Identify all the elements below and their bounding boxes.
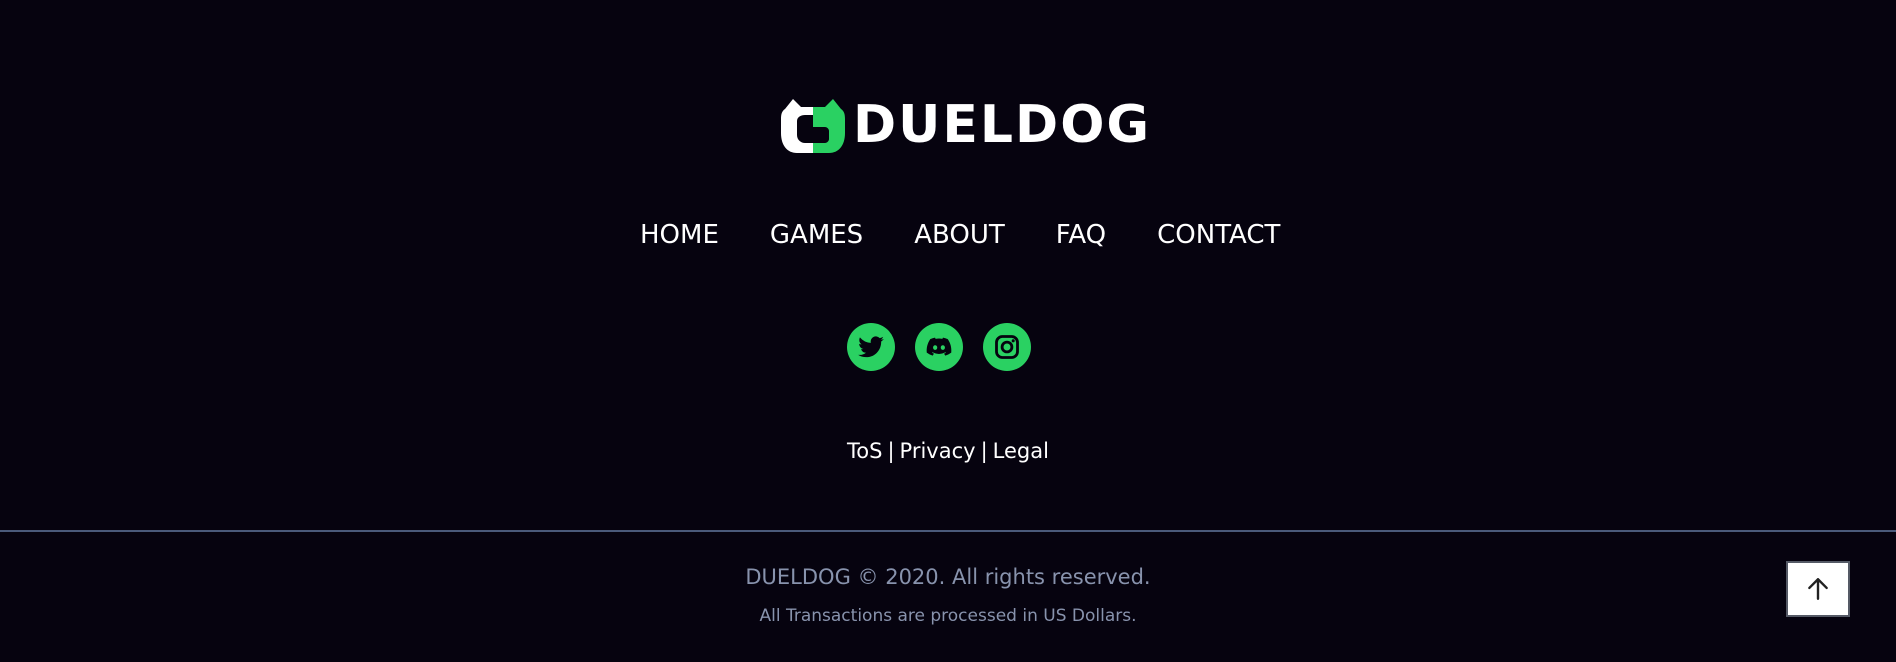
twitter-link[interactable]: [847, 323, 895, 371]
privacy-link[interactable]: Privacy: [900, 439, 976, 463]
nav-link-about[interactable]: ABOUT: [914, 215, 1005, 255]
nav-link-home[interactable]: HOME: [640, 215, 719, 255]
legal-separator: |: [980, 439, 988, 463]
brand-name: DUELDOG: [853, 95, 1152, 155]
instagram-link[interactable]: [983, 323, 1031, 371]
dueldog-logo-icon: [781, 99, 845, 153]
twitter-icon: [858, 336, 884, 358]
discord-link[interactable]: [915, 323, 963, 371]
social-links: [847, 323, 1031, 371]
tos-link[interactable]: ToS: [847, 439, 882, 463]
instagram-icon: [995, 335, 1019, 359]
nav-link-games[interactable]: GAMES: [770, 215, 863, 255]
nav-link-faq[interactable]: FAQ: [1056, 215, 1106, 255]
discord-icon: [926, 337, 952, 356]
arrow-up-icon: [1808, 578, 1828, 600]
brand-logo[interactable]: DUELDOG: [779, 95, 1151, 155]
legal-separator: |: [887, 439, 895, 463]
footer-divider: [0, 530, 1896, 532]
site-footer: DUELDOG HOME GAMES ABOUT FAQ CONTACT ToS…: [0, 0, 1896, 662]
transactions-notice: All Transactions are processed in US Dol…: [759, 606, 1137, 626]
copyright-text: DUELDOG © 2020. All rights reserved.: [745, 565, 1151, 589]
back-to-top-button[interactable]: [1786, 561, 1850, 617]
nav-link-contact[interactable]: CONTACT: [1157, 215, 1280, 255]
legal-link[interactable]: Legal: [993, 439, 1049, 463]
legal-links: ToS | Privacy | Legal: [0, 436, 1896, 466]
